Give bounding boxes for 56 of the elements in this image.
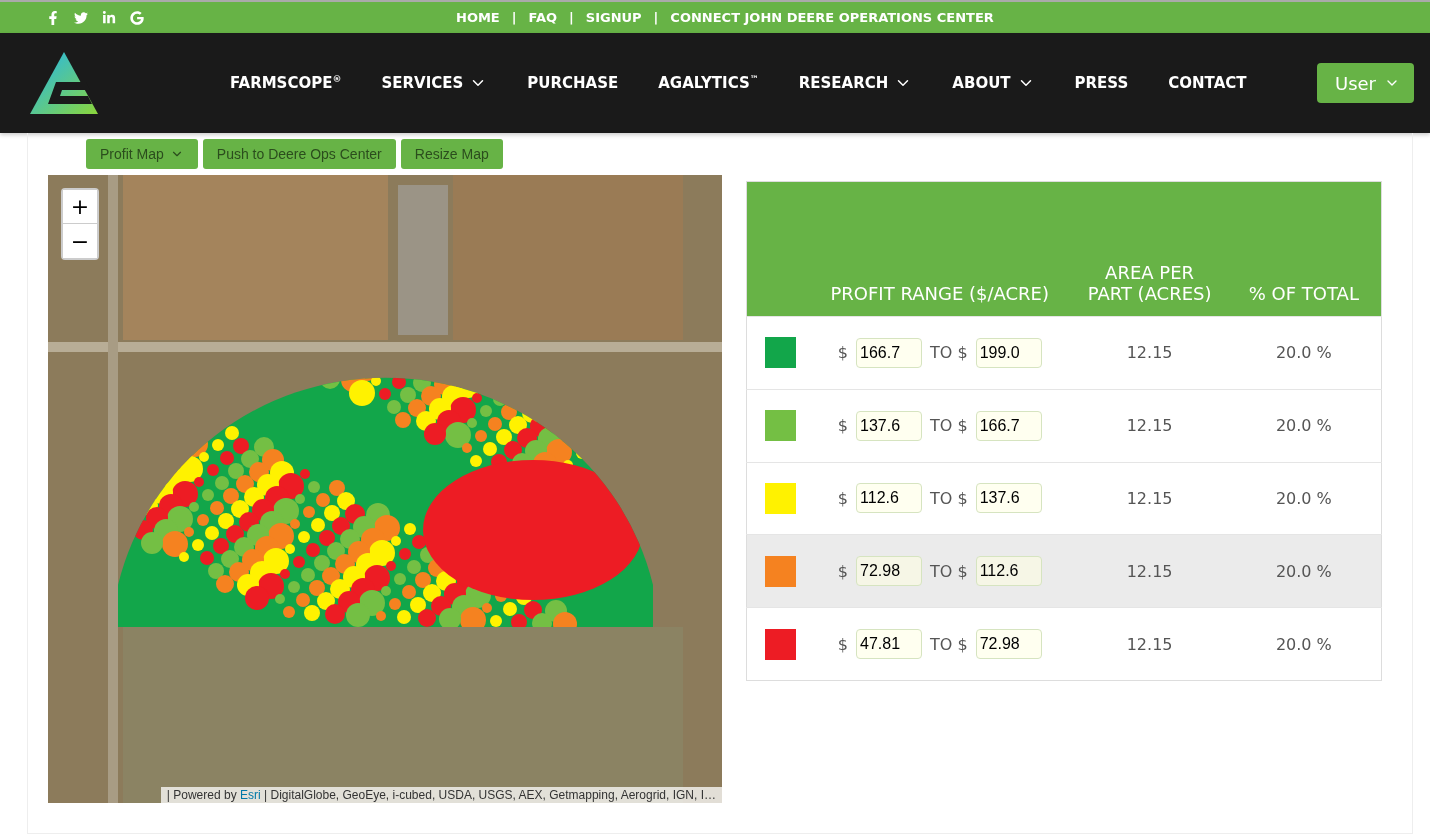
nav-link[interactable]: CONTACT — [1148, 74, 1267, 92]
range-to-label: TO $ — [930, 561, 968, 581]
nav-link[interactable]: FARMSCOPE$^{®}$ — [210, 74, 362, 92]
range-from-input[interactable]: 137.6 — [856, 410, 922, 441]
area-cell: 12.15 — [1072, 534, 1227, 608]
column-header: % OF TOTAL — [1226, 181, 1382, 317]
toolbar-button[interactable]: Profit Map — [86, 139, 198, 169]
nav-link[interactable]: SERVICES — [361, 74, 508, 92]
twitter-icon[interactable] — [74, 10, 88, 25]
area-cell: 12.15 — [1072, 389, 1227, 463]
currency-label: $ — [837, 634, 848, 654]
currency-label: $ — [837, 489, 848, 508]
percent-cell: 20.0 % — [1226, 316, 1382, 390]
range-to-label: TO $ — [930, 343, 968, 363]
linkedin-icon[interactable] — [102, 10, 116, 25]
google-icon[interactable] — [130, 10, 144, 25]
range-to-input[interactable]: 199.0 — [975, 337, 1042, 368]
nav-link[interactable]: PURCHASE — [507, 74, 639, 92]
range-from-input[interactable]: 112.6 — [856, 483, 922, 514]
currency-label: $ — [837, 416, 848, 436]
percent-cell: 20.0 % — [1226, 534, 1382, 608]
area-cell: 12.15 — [1072, 607, 1227, 681]
column-header: AREA PER PART (ACRES) — [1072, 181, 1227, 317]
map[interactable]: + − | Powered by Esri | DigitalGlobe, GeoEye, i-cubed, USDA, USGS, AEX, Getmapping, Aerogrid, IGN, I… — [48, 175, 722, 803]
range-from-input[interactable]: 47.81 — [856, 629, 922, 660]
currency-label: $ — [837, 343, 848, 363]
percent-cell: 20.0 % — [1226, 462, 1382, 535]
range-to-input[interactable]: 166.7 — [975, 410, 1042, 441]
range-to-input[interactable]: 112.6 — [975, 556, 1042, 587]
facebook-icon[interactable] — [46, 10, 60, 25]
separator: | — [511, 10, 517, 25]
range-from-input[interactable]: 166.7 — [856, 337, 922, 368]
range-to-input[interactable]: 72.98 — [975, 629, 1042, 660]
range-to-label: TO $ — [930, 416, 968, 436]
range-to-label: TO $ — [930, 634, 968, 654]
range-from-input[interactable]: 72.98 — [856, 556, 922, 587]
nav-link[interactable]: PRESS — [1054, 74, 1149, 92]
nav-link[interactable]: ABOUT — [932, 74, 1055, 92]
toolbar-button[interactable]: Push to Deere Ops Center — [202, 139, 396, 169]
range-to-label: TO $ — [930, 489, 968, 508]
separator: | — [653, 10, 659, 25]
range-to-input[interactable]: 137.6 — [975, 483, 1042, 514]
nav-link[interactable]: AGALYTICS$^{™}$ — [638, 74, 779, 92]
toolbar-button[interactable]: Resize Map — [400, 139, 503, 169]
logo-icon — [30, 52, 98, 114]
zoom-in-button[interactable]: + — [63, 190, 97, 224]
area-cell: 12.15 — [1072, 462, 1227, 535]
percent-cell: 20.0 % — [1226, 607, 1382, 681]
area-cell: 12.15 — [1072, 316, 1227, 390]
column-header: PROFIT RANGE ($/ACRE) — [807, 181, 1073, 317]
separator: | — [569, 10, 574, 25]
currency-label: $ — [837, 561, 848, 581]
nav-link[interactable]: RESEARCH — [778, 74, 933, 92]
map-attribution: | Powered by Esri | DigitalGlobe, GeoEye, i-cubed, USDA, USGS, AEX, Getmapping, Aerogrid, IGN, I… — [160, 787, 722, 803]
esri-link[interactable]: Esri — [240, 788, 261, 802]
percent-cell: 20.0 % — [1226, 389, 1382, 463]
